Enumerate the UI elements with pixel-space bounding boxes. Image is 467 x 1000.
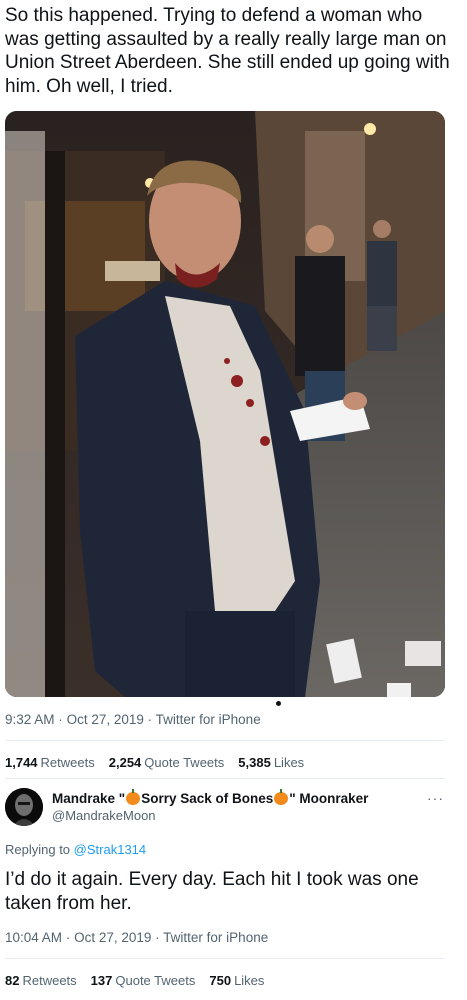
avatar[interactable] bbox=[5, 788, 43, 826]
pumpkin-icon bbox=[274, 789, 289, 805]
pumpkin-icon bbox=[126, 789, 141, 805]
reply-display-name[interactable]: Mandrake " Sorry Sack of Bones " Moonraker bbox=[52, 789, 369, 806]
divider bbox=[5, 778, 445, 779]
tweet-stats: 1,744 Retweets 2,254 Quote Tweets 5,385 Lik… bbox=[5, 755, 304, 770]
retweets-label: Retweets bbox=[40, 755, 95, 770]
reply-time[interactable]: 10:04 AM bbox=[5, 930, 62, 945]
reply-likes-stat[interactable]: 750 Likes bbox=[209, 973, 264, 988]
reply-retweets-label: Retweets bbox=[22, 973, 77, 988]
reply-quote-tweets-stat[interactable]: 137 Quote Tweets bbox=[91, 973, 196, 988]
reply-date[interactable]: Oct 27, 2019 bbox=[74, 930, 151, 945]
tweet-source[interactable]: Twitter for iPhone bbox=[156, 712, 261, 727]
reply-quote-tweets-count: 137 bbox=[90, 973, 113, 988]
more-options-icon[interactable]: ··· bbox=[427, 790, 444, 806]
reply-name-part1: Mandrake " bbox=[52, 791, 126, 806]
reply-retweets-count: 82 bbox=[5, 973, 20, 988]
replying-to-link[interactable]: @Strak1314 bbox=[74, 842, 146, 857]
likes-stat[interactable]: 5,385 Likes bbox=[238, 755, 304, 770]
replying-to: Replying to @Strak1314 bbox=[5, 842, 146, 857]
retweets-stat[interactable]: 1,744 Retweets bbox=[5, 755, 95, 770]
reply-timestamp[interactable]: 10:04 AM · Oct 27, 2019 · Twitter for iP… bbox=[5, 930, 268, 945]
reply-text: I’d do it again. Every day. Each hit I t… bbox=[5, 869, 419, 914]
carousel-dot bbox=[276, 701, 281, 706]
tweet-photo[interactable] bbox=[5, 111, 445, 697]
quote-tweets-stat[interactable]: 2,254 Quote Tweets bbox=[109, 755, 225, 770]
divider bbox=[5, 740, 445, 741]
quote-tweets-label: Quote Tweets bbox=[144, 755, 225, 770]
likes-count: 5,385 bbox=[238, 755, 271, 770]
meta-separator: · bbox=[147, 712, 153, 727]
tweet-time[interactable]: 9:32 AM bbox=[5, 712, 55, 727]
retweets-count: 1,744 bbox=[5, 755, 38, 770]
divider bbox=[5, 958, 445, 959]
reply-likes-count: 750 bbox=[209, 973, 232, 988]
meta-separator: · bbox=[58, 712, 63, 727]
tweet-timestamp[interactable]: 9:32 AM · Oct 27, 2019 · Twitter for iPh… bbox=[5, 712, 261, 727]
reply-handle[interactable]: @MandrakeMoon bbox=[52, 808, 156, 823]
reply-retweets-stat[interactable]: 82 Retweets bbox=[5, 973, 77, 988]
tweet-date[interactable]: Oct 27, 2019 bbox=[67, 712, 144, 727]
avatar-image bbox=[5, 788, 43, 826]
reply-stats: 82 Retweets 137 Quote Tweets 750 Likes bbox=[5, 973, 264, 988]
replying-prefix: Replying to bbox=[5, 842, 71, 857]
quote-tweets-count: 2,254 bbox=[108, 755, 142, 770]
tweet-text: So this happened. Trying to defend a wom… bbox=[5, 5, 450, 97]
reply-name-part3: " Moonraker bbox=[289, 791, 369, 806]
likes-label: Likes bbox=[273, 755, 305, 770]
reply-quote-tweets-label: Quote Tweets bbox=[115, 973, 196, 988]
photo-illustration bbox=[5, 111, 445, 697]
reply-source[interactable]: Twitter for iPhone bbox=[163, 930, 268, 945]
reply-name-part2: Sorry Sack of Bones bbox=[141, 791, 274, 806]
meta-separator: · bbox=[155, 930, 160, 945]
reply-likes-label: Likes bbox=[234, 973, 265, 988]
meta-separator: · bbox=[65, 930, 71, 945]
